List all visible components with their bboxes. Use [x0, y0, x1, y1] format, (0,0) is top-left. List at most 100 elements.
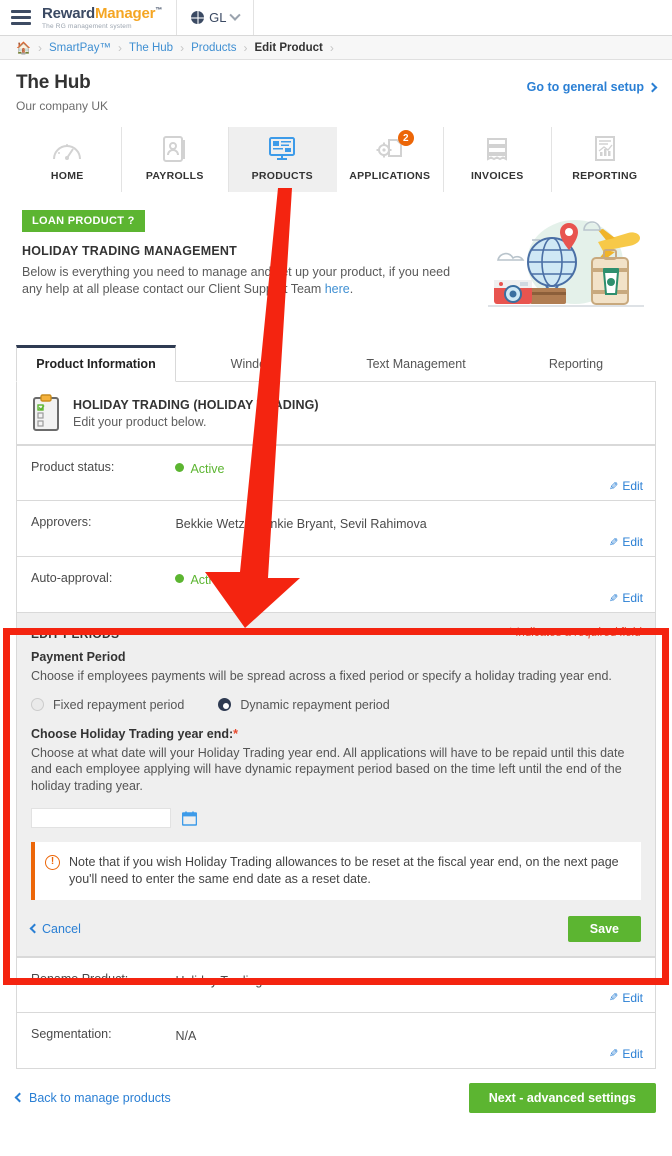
language-selector[interactable]: GL	[177, 0, 253, 35]
tab-bar: Product Information Windows Text Managem…	[16, 344, 656, 382]
page-subtitle: Our company UK	[16, 99, 109, 113]
nav-item-reporting[interactable]: REPORTING	[552, 127, 659, 192]
breadcrumb-separator: ›	[329, 40, 334, 55]
top-bar: RewardManager™ The RG management system …	[0, 0, 672, 36]
product-summary-box: HOLIDAY TRADING (HOLIDAY TRADING) Edit y…	[16, 382, 656, 445]
product-settings-rows-bottom: Rename Product: Holiday Trading ✎ Edit Se…	[16, 956, 656, 1069]
status-dot-icon	[175, 463, 185, 472]
cancel-label: Cancel	[42, 921, 81, 936]
go-to-general-setup-link[interactable]: Go to general setup	[526, 80, 658, 94]
row-label: Rename Product:	[31, 971, 129, 986]
brand-name-part1: Reward	[42, 4, 95, 22]
general-setup-label: Go to general setup	[526, 80, 644, 94]
radio-button-selected-icon	[218, 698, 232, 711]
breadcrumb-item-smartpay[interactable]: SmartPay™	[49, 42, 111, 54]
cancel-button[interactable]: Cancel	[29, 921, 81, 936]
required-asterisk: *	[233, 726, 238, 741]
payment-period-radio-group: Fixed repayment period Dynamic repayment…	[31, 698, 641, 712]
edit-label: Edit	[622, 1046, 643, 1061]
tab-text-management[interactable]: Text Management	[336, 345, 496, 382]
monitor-icon	[267, 135, 297, 163]
product-name-heading: HOLIDAY TRADING (HOLIDAY TRADING)	[73, 397, 319, 412]
edit-label: Edit	[622, 591, 643, 605]
edit-button-auto-approval[interactable]: ✎ Edit	[609, 591, 643, 605]
row-value: Bekkie Wetz, Frankie Bryant, Sevil Rahim…	[175, 517, 427, 531]
nav-item-invoices[interactable]: INVOICES	[444, 127, 552, 192]
edit-label: Edit	[622, 990, 643, 1005]
nav-item-home[interactable]: HOME	[14, 127, 122, 192]
pencil-icon: ✎	[609, 992, 619, 1004]
speedometer-icon	[52, 135, 82, 163]
support-link[interactable]: here	[325, 282, 350, 296]
info-note: ! Note that if you wish Holiday Trading …	[31, 842, 641, 900]
row-product-status: Product status: Active ✎ Edit	[16, 445, 656, 501]
chevron-left-icon	[14, 1092, 25, 1103]
breadcrumb: 🏠 › SmartPay™ › The Hub › Products › Edi…	[0, 36, 672, 60]
year-end-label-text: Choose Holiday Trading year end:	[31, 726, 234, 741]
edit-button-approvers[interactable]: ✎ Edit	[609, 535, 643, 549]
tab-reporting[interactable]: Reporting	[496, 345, 656, 382]
brand-logo[interactable]: RewardManager™ The RG management system	[42, 0, 176, 35]
row-label: Auto-approval:	[31, 571, 113, 585]
year-end-label: Choose Holiday Trading year end:*	[31, 727, 641, 741]
back-label: Back to manage products	[29, 1090, 171, 1105]
edit-periods-panel: EDIT PERIODS * Indicates a required fiel…	[16, 613, 656, 957]
promo-section: LOAN PRODUCT ? HOLIDAY TRADING MANAGEMEN…	[0, 192, 672, 330]
clipboard-icon	[31, 394, 61, 432]
status-badge: Active	[190, 462, 225, 476]
edit-periods-title: EDIT PERIODS	[31, 627, 120, 641]
row-auto-approval: Auto-approval: Active ✎ Edit	[16, 557, 656, 613]
applications-badge: 2	[397, 130, 414, 146]
nav-item-payrolls[interactable]: PAYROLLS	[122, 127, 229, 192]
tab-product-information[interactable]: Product Information	[16, 345, 176, 382]
tab-windows[interactable]: Windows	[176, 345, 336, 382]
breadcrumb-item-edit-product: Edit Product	[254, 41, 323, 54]
row-segmentation: Segmentation: N/A ✎ Edit	[16, 1012, 656, 1069]
toolbar-divider-2	[253, 0, 255, 35]
breadcrumb-item-the-hub[interactable]: The Hub	[129, 42, 173, 54]
row-approvers: Approvers: Bekkie Wetz, Frankie Bryant, …	[16, 501, 656, 557]
breadcrumb-separator: ›	[37, 40, 42, 55]
product-summary-text: HOLIDAY TRADING (HOLIDAY TRADING) Edit y…	[73, 398, 319, 429]
back-to-manage-products-link[interactable]: Back to manage products	[14, 1090, 171, 1105]
year-end-date-input[interactable]	[31, 808, 171, 828]
radio-dynamic-repayment-period[interactable]: Dynamic repayment period	[218, 697, 390, 712]
nav-item-applications[interactable]: 2 APPLICATIONS	[337, 127, 444, 192]
nav-label-reporting: REPORTING	[572, 170, 638, 182]
promo-text-block: LOAN PRODUCT ? HOLIDAY TRADING MANAGEMEN…	[22, 210, 476, 320]
nav-item-products[interactable]: PRODUCTS	[229, 127, 337, 192]
contact-card-icon	[162, 135, 188, 163]
pencil-icon: ✎	[609, 592, 619, 605]
breadcrumb-separator: ›	[180, 40, 185, 55]
calendar-icon[interactable]	[181, 811, 198, 826]
product-settings-rows-top: Product status: Active ✎ Edit Approvers: …	[16, 445, 656, 613]
date-picker-row	[31, 808, 641, 828]
brand-name-part2: Manager	[95, 4, 156, 22]
radio-fixed-repayment-period[interactable]: Fixed repayment period	[31, 698, 184, 712]
gear-document-icon: 2	[375, 130, 414, 163]
travel-luggage-globe-illustration	[476, 210, 656, 320]
product-subtext: Edit your product below.	[73, 414, 207, 429]
promo-body-text: Below is everything you need to manage a…	[22, 265, 451, 296]
promo-body: Below is everything you need to manage a…	[22, 264, 466, 297]
breadcrumb-item-products[interactable]: Products	[191, 42, 236, 54]
promo-heading: HOLIDAY TRADING MANAGEMENT	[22, 244, 237, 258]
edit-button-product-status[interactable]: ✎ Edit	[609, 479, 643, 493]
nav-label-invoices: INVOICES	[470, 170, 524, 182]
chevron-left-icon	[29, 923, 40, 934]
payment-period-description: Choose if employees payments will be spr…	[31, 669, 612, 683]
status-badge: Active	[190, 573, 225, 587]
save-button[interactable]: Save	[567, 915, 641, 942]
home-icon[interactable]: 🏠	[16, 41, 31, 55]
edit-button-rename-product[interactable]: ✎ Edit	[609, 991, 643, 1005]
hamburger-icon[interactable]	[0, 0, 42, 35]
page-footer: Back to manage products Next - advanced …	[14, 1082, 656, 1113]
main-nav: HOME PAYROLLS PRODUCTS 2 APPLICATIONS IN…	[0, 127, 672, 192]
edit-button-segmentation[interactable]: ✎ Edit	[609, 1047, 643, 1061]
report-chart-icon	[593, 135, 617, 163]
language-label: GL	[209, 10, 227, 25]
next-advanced-settings-button[interactable]: Next - advanced settings	[468, 1082, 656, 1113]
payment-period-label: Payment Period	[31, 650, 126, 664]
pencil-icon: ✎	[609, 536, 619, 549]
radio-label: Dynamic repayment period	[240, 697, 390, 712]
